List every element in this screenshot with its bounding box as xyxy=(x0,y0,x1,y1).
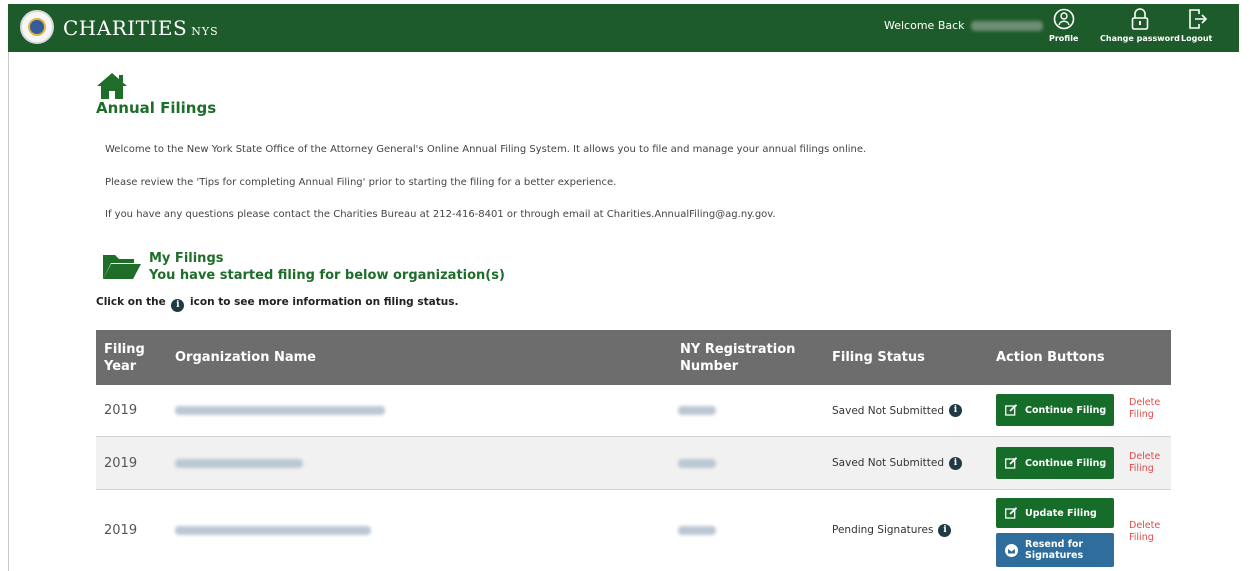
logout-label: Logout xyxy=(1181,34,1213,43)
table-header: Filing Year Organization Name NY Registr… xyxy=(96,330,1171,385)
resend-for-signatures-button[interactable]: Resend for Signatures xyxy=(996,533,1114,567)
home-icon xyxy=(97,73,127,99)
filing-year: 2019 xyxy=(104,455,138,471)
filing-status: Saved Not Submitted i xyxy=(832,437,962,489)
lock-icon xyxy=(1131,8,1149,30)
filing-status: Saved Not Submitted i xyxy=(832,385,962,436)
tips-paragraph: Please review the 'Tips for completing A… xyxy=(105,177,617,188)
brand-sub: NYS xyxy=(191,25,219,38)
delete-filing-link[interactable]: Delete Filing xyxy=(1129,451,1171,475)
folder-open-icon xyxy=(103,255,141,279)
status-info-icon[interactable]: i xyxy=(949,404,962,417)
change-password-button[interactable]: Change password xyxy=(1100,7,1180,43)
table-row: 2019 Pending Signatures i Update Filing R… xyxy=(96,490,1171,570)
filing-status-text: Saved Not Submitted xyxy=(832,457,944,469)
intro-paragraph: Welcome to the New York State Office of … xyxy=(105,144,867,155)
top-navbar: CHARITIES NYS Welcome Back Profile Change… xyxy=(8,4,1239,52)
table-row: 2019 Saved Not Submitted i Continue Filin… xyxy=(96,385,1171,437)
info-instruction-prefix: Click on the xyxy=(96,296,166,308)
brand-title[interactable]: CHARITIES NYS xyxy=(63,16,219,40)
welcome-text: Welcome Back xyxy=(884,19,965,32)
info-instruction-suffix: icon to see more information on filing s… xyxy=(190,296,459,308)
change-password-label: Change password xyxy=(1100,34,1180,43)
continue-filing-label: Continue Filing xyxy=(1025,457,1107,469)
logout-icon xyxy=(1188,9,1207,29)
registration-number-redacted xyxy=(678,490,716,570)
organization-name-redacted xyxy=(175,385,385,436)
col-registration-number: NY Registration Number xyxy=(680,341,796,374)
filing-status-text: Pending Signatures xyxy=(832,524,934,536)
filings-table: Filing Year Organization Name NY Registr… xyxy=(96,330,1171,570)
organization-name-redacted xyxy=(175,437,303,489)
registration-number-redacted xyxy=(678,385,716,436)
profile-label: Profile xyxy=(1049,34,1079,43)
logout-button[interactable]: Logout xyxy=(1181,7,1212,43)
status-info-icon[interactable]: i xyxy=(938,523,952,537)
col-organization-name: Organization Name xyxy=(175,350,316,365)
resend-for-signatures-label: Resend for Signatures xyxy=(1025,539,1084,561)
filing-year: 2019 xyxy=(104,522,138,538)
filing-year: 2019 xyxy=(104,403,138,418)
page-left-border xyxy=(8,52,9,571)
filing-status-text: Saved Not Submitted xyxy=(832,404,944,417)
table-row: 2019 Saved Not Submitted i Continue Filin… xyxy=(96,437,1171,490)
continue-filing-button[interactable]: Continue Filing xyxy=(996,394,1114,426)
col-action-buttons: Action Buttons xyxy=(996,350,1105,365)
update-filing-label: Update Filing xyxy=(1025,507,1097,519)
continue-filing-button[interactable]: Continue Filing xyxy=(996,447,1114,479)
continue-filing-label: Continue Filing xyxy=(1025,404,1107,416)
info-icon: i xyxy=(171,299,185,312)
profile-button[interactable]: Profile xyxy=(1049,7,1078,43)
brand-name: CHARITIES xyxy=(63,16,188,40)
status-info-icon[interactable]: i xyxy=(949,456,962,470)
envelope-icon xyxy=(1005,543,1018,557)
update-filing-button[interactable]: Update Filing xyxy=(996,498,1114,528)
delete-filing-link[interactable]: Delete Filing xyxy=(1129,397,1171,421)
edit-icon xyxy=(1005,404,1018,416)
delete-filing-link[interactable]: Delete Filing xyxy=(1129,520,1171,544)
my-filings-title: My Filings xyxy=(149,251,224,266)
edit-icon xyxy=(1005,457,1018,469)
profile-icon xyxy=(1053,8,1075,30)
registration-number-redacted xyxy=(678,437,716,489)
contact-paragraph: If you have any questions please contact… xyxy=(105,209,776,220)
col-filing-status: Filing Status xyxy=(832,350,925,365)
col-filing-year: Filing Year xyxy=(104,341,145,374)
welcome-message: Welcome Back xyxy=(884,19,1043,32)
nys-seal-logo xyxy=(20,10,54,44)
user-name-redacted xyxy=(970,21,1043,31)
my-filings-subtitle: You have started filing for below organi… xyxy=(149,268,505,283)
organization-name-redacted xyxy=(175,490,371,570)
page-title: Annual Filings xyxy=(96,99,217,117)
info-instruction: Click on the i icon to see more informat… xyxy=(96,296,458,312)
my-filings-heading: My Filings You have started filing for b… xyxy=(149,250,505,284)
filing-status: Pending Signatures i xyxy=(832,490,952,570)
edit-icon xyxy=(1005,507,1018,519)
